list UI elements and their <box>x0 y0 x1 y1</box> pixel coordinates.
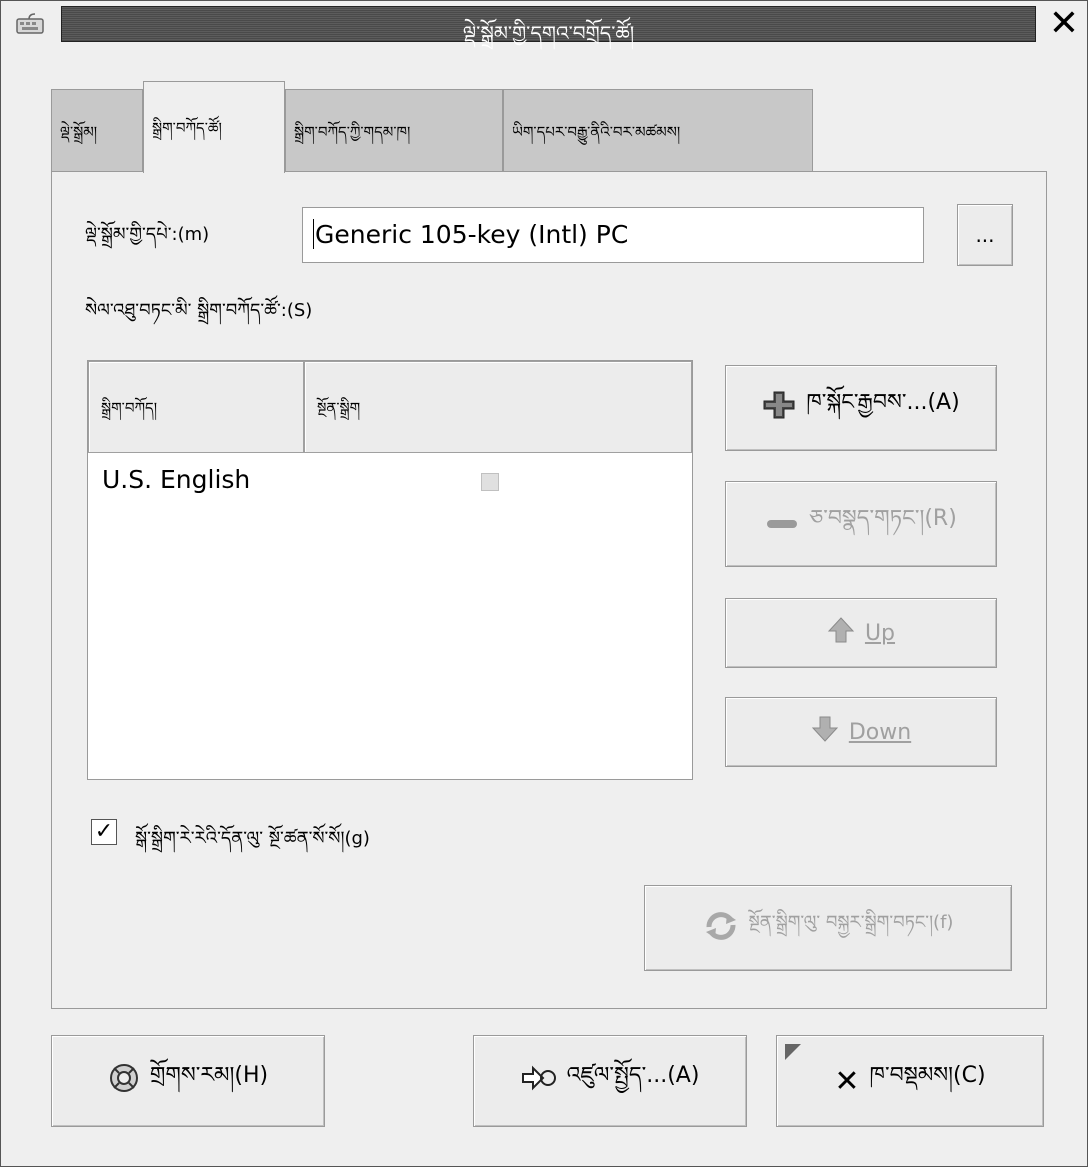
reset-defaults-label: སྔོན་སྒྲིག་ལུ་ བསྐྱར་སྒྲིག་བཏང་།(f) <box>748 912 954 933</box>
help-button[interactable]: གྲོགས་རམ།(H) <box>51 1035 325 1127</box>
refresh-icon <box>703 911 739 946</box>
move-up-text: Up <box>864 620 896 646</box>
remove-layout-label: ཅ་བསྣད་གཏང་།(R) <box>809 506 957 531</box>
table-row[interactable]: U.S. English <box>102 465 250 494</box>
move-down-text: Down <box>848 719 912 745</box>
column-header-layout[interactable]: སྒྲིག་བཀོད། <box>88 361 304 453</box>
layout-name: U.S. English <box>102 465 251 494</box>
keyboard-model-label: ལྡེ་སྒྲོམ་གྱི་དཔེ་:(m) <box>85 224 210 245</box>
keyboard-preferences-window: ལྡེ་སྒྲོམ་གྱི་དགའ་བགྲོད་ཚོ། ✕ ལྡེ་སྒྲོམ།… <box>0 0 1088 1167</box>
separate-layout-label: སྒོ་སྒྲིག་རེ་རེའི་དོན་ལུ་ སྔོ་ཚན་སོ་སོ།(… <box>135 828 370 849</box>
default-corner-icon <box>785 1044 801 1060</box>
accessibility-icon <box>521 1064 557 1098</box>
text-caret <box>313 219 314 249</box>
move-down-button[interactable]: Down <box>725 697 997 767</box>
accessibility-button[interactable]: འཛུལ་སྤྱོད་...(A) <box>473 1035 747 1127</box>
column-header-label: སྒྲིག་བཀོད། <box>101 399 158 417</box>
keyboard-model-value: Generic 105-key (Intl) PC <box>315 220 629 249</box>
accessibility-label: འཛུལ་སྤྱོད་...(A) <box>566 1063 700 1088</box>
keyboard-icon[interactable] <box>15 11 45 37</box>
help-label: གྲོགས་རམ།(H) <box>149 1063 269 1088</box>
plus-icon <box>762 390 796 426</box>
minus-icon <box>765 512 799 537</box>
close-button[interactable]: ✕ ཁ་བསྡམས།(C) <box>776 1035 1044 1127</box>
tab-label: ཡིག་དཔར་བརྒྱུ་ནིའི་བར་མཚམས། <box>512 123 681 141</box>
browse-label: ... <box>975 223 995 247</box>
browse-model-button[interactable]: ... <box>957 204 1013 266</box>
arrow-up-icon <box>827 616 855 650</box>
tab-keyboard[interactable]: ལྡེ་སྒྲོམ། <box>51 89 143 171</box>
window-title: ལྡེ་སྒྲོམ་གྱི་དགའ་བགྲོད་ཚོ། <box>462 21 635 45</box>
add-layout-button[interactable]: ཁ་སྐོང་རྒྱབས་...(A) <box>725 365 997 451</box>
lifebuoy-icon <box>108 1062 140 1100</box>
close-icon: ✕ <box>834 1063 860 1099</box>
close-window-button[interactable]: ✕ <box>1043 3 1085 45</box>
tab-layouts[interactable]: སྒྲིག་བཀོད་ཚོ། <box>143 81 285 173</box>
arrow-down-icon <box>811 715 839 749</box>
column-header-label: སྔོན་སྒྲིག <box>317 399 361 417</box>
move-down-label: Down <box>849 720 911 745</box>
tab-label: སྒྲིག་བཀོད་ཚོ། <box>152 119 222 137</box>
tab-layout-options[interactable]: སྒྲིག་བཀོད་ཀྱི་གདམ་ཁ། <box>285 89 503 171</box>
remove-layout-button[interactable]: ཅ་བསྣད་གཏང་།(R) <box>725 481 997 567</box>
move-up-button[interactable]: Up <box>725 598 997 668</box>
move-up-label: Up <box>865 621 895 646</box>
column-header-default[interactable]: སྔོན་སྒྲིག <box>304 361 692 453</box>
title-strip[interactable]: ལྡེ་སྒྲོམ་གྱི་དགའ་བགྲོད་ཚོ། <box>61 6 1036 45</box>
close-label: ཁ་བསྡམས།(C) <box>869 1063 986 1088</box>
tab-label: སྒྲིག་བཀོད་ཀྱི་གདམ་ཁ། <box>294 123 411 141</box>
separate-layout-checkbox[interactable]: ✓ <box>91 819 117 845</box>
default-layout-checkbox[interactable] <box>481 473 499 491</box>
tab-label: ལྡེ་སྒྲོམ། <box>60 123 98 141</box>
tab-typing-break[interactable]: ཡིག་དཔར་བརྒྱུ་ནིའི་བར་མཚམས། <box>503 89 813 171</box>
keyboard-model-field[interactable]: Generic 105-key (Intl) PC <box>302 207 924 263</box>
title-bar: ལྡེ་སྒྲོམ་གྱི་དགའ་བགྲོད་ཚོ། ✕ <box>1 1 1087 49</box>
add-layout-label: ཁ་སྐོང་རྒྱབས་...(A) <box>806 390 960 415</box>
reset-defaults-button[interactable]: སྔོན་སྒྲིག་ལུ་ བསྐྱར་སྒྲིག་བཏང་།(f) <box>644 885 1012 971</box>
selected-layouts-label: སེལ་འཐུ་བཏང་མི་ སྒྲིག་བཀོད་ཚོ་:(S) <box>85 300 313 321</box>
layouts-list[interactable]: སྒྲིག་བཀོད། སྔོན་སྒྲིག U.S. English <box>87 360 693 780</box>
